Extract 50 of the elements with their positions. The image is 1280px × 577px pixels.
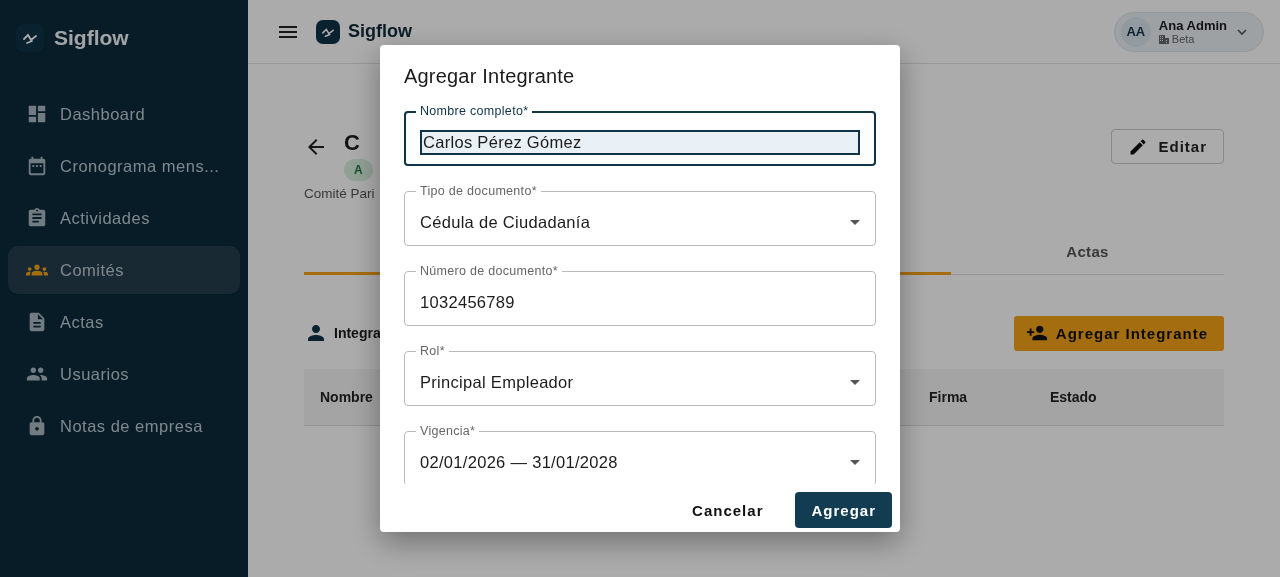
field-value: 1032456789 <box>420 292 516 312</box>
sidebar-item[interactable]: Notas de empresa <box>8 402 240 450</box>
dropdown-arrow-icon <box>850 459 860 465</box>
user-menu[interactable]: AA Ana Admin Beta <box>1113 11 1264 52</box>
sidebar-item[interactable]: Dashboard <box>8 90 240 138</box>
page-subtitle: Comité Pari <box>304 186 375 201</box>
avatar: AA <box>1120 16 1151 47</box>
company-name: Beta <box>1171 32 1195 45</box>
select-field[interactable]: Tipo de documento* Cédula de Ciudadanía <box>404 184 876 246</box>
dropdown-arrow-icon <box>850 379 860 385</box>
field-label: Tipo de documento* <box>419 184 538 199</box>
select-field[interactable]: Rol* Principal Empleador <box>404 344 876 406</box>
field-value: Principal Empleador <box>420 372 575 392</box>
sidebar-item[interactable]: Comités <box>8 246 240 294</box>
sidebar-item[interactable]: Cronograma mens... <box>8 142 240 190</box>
sidebar-item[interactable]: Actas <box>8 298 240 346</box>
select-field[interactable]: Vigencia* 02/01/2026 — 31/01/2028 <box>404 424 876 484</box>
submit-button[interactable]: Agregar <box>795 492 892 528</box>
user-name: Ana Admin <box>1158 18 1227 33</box>
column-header: Estado <box>1050 389 1098 405</box>
logo-icon <box>316 19 340 44</box>
field-label: Nombre completo* <box>419 104 530 119</box>
field-value: Carlos Pérez Gómez <box>420 129 860 155</box>
field-label: Rol* <box>419 344 446 359</box>
tab[interactable]: Actas <box>951 228 1224 274</box>
column-header: Nombre <box>320 389 374 405</box>
brand-name: Sigflow <box>54 26 129 50</box>
building-icon <box>1158 33 1169 44</box>
sidebar-item[interactable]: Actividades <box>8 194 240 242</box>
page-title: C <box>344 129 361 157</box>
status-badge: A <box>344 159 373 181</box>
sidebar-item[interactable]: Usuarios <box>8 350 240 398</box>
edit-button[interactable]: Editar <box>1111 129 1224 164</box>
dashboard-icon <box>26 103 48 125</box>
logo-icon <box>16 24 44 52</box>
input-field[interactable]: Nombre completo* Carlos Pérez Gómez <box>404 104 876 166</box>
section-title: Integra <box>334 325 381 341</box>
field-label: Número de documento* <box>419 264 560 279</box>
brand-name: Sigflow <box>348 21 412 42</box>
field-value: 02/01/2026 — 31/01/2028 <box>420 452 619 472</box>
dropdown-arrow-icon <box>850 219 860 225</box>
calendar-icon <box>26 155 48 177</box>
column-header: Firma <box>929 389 969 405</box>
dialog-title: Agregar Integrante <box>403 64 576 89</box>
input-field[interactable]: Número de documento* 1032456789 <box>404 264 876 326</box>
add-member-button[interactable]: Agregar Integrante <box>1013 315 1224 351</box>
cancel-button[interactable]: Cancelar <box>676 492 780 528</box>
field-label: Vigencia* <box>419 424 477 439</box>
clipboard-icon <box>26 207 48 229</box>
field-value: Cédula de Ciudadanía <box>420 212 592 232</box>
